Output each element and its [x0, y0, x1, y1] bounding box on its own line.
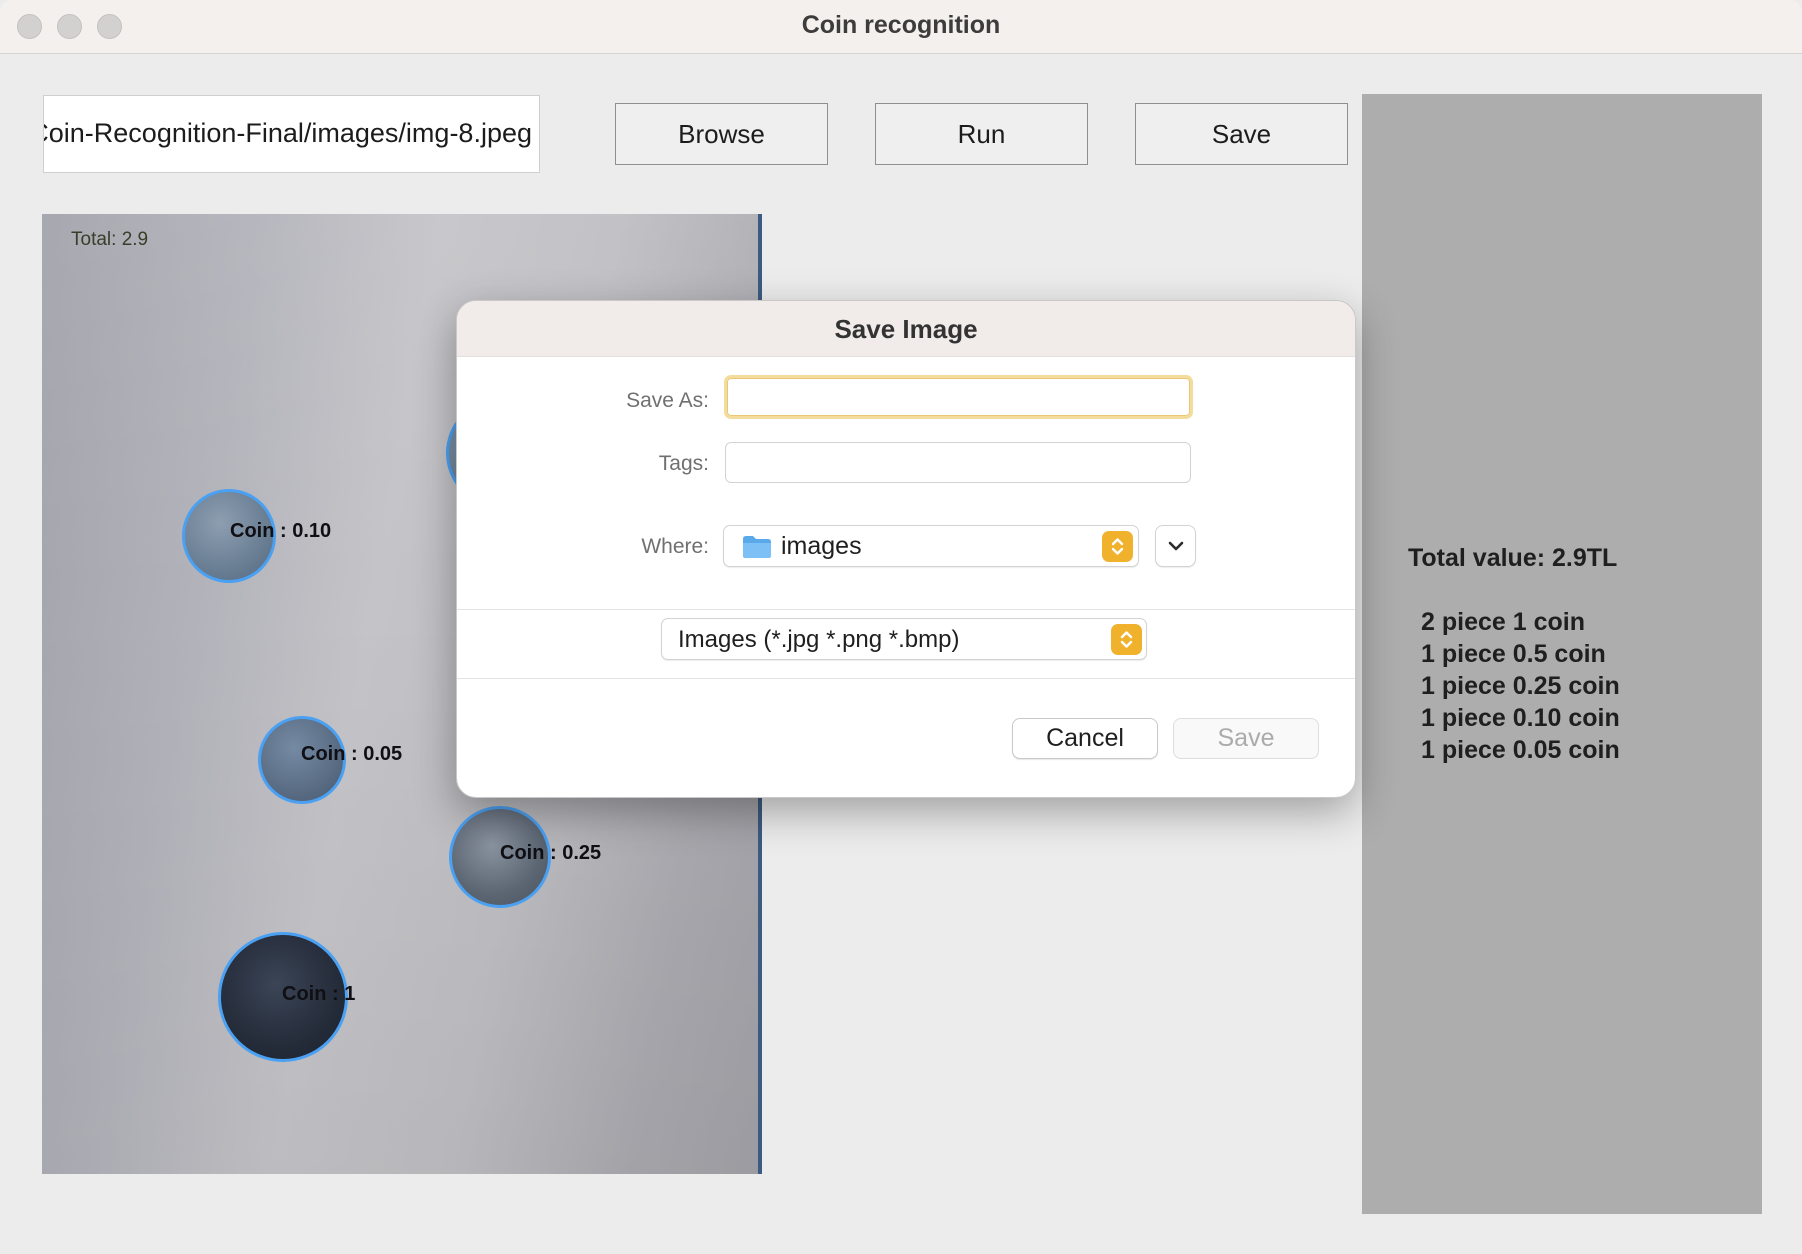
coin-label-1: Coin : 1 [282, 983, 356, 1005]
file-type-value: Images (*.jpg *.png *.bmp) [678, 626, 960, 653]
divider [457, 609, 1355, 610]
save-toolbar-button[interactable]: Save [1135, 103, 1348, 165]
dialog-header: Save Image [457, 301, 1355, 357]
up-down-chevron-icon [1111, 624, 1142, 655]
cancel-button[interactable]: Cancel [1012, 718, 1158, 759]
coin-label-0-10: Coin : 0.10 [230, 520, 332, 542]
coin-count-item: 1 piece 0.5 coin [1421, 640, 1606, 668]
run-button[interactable]: Run [875, 103, 1088, 165]
image-path-field[interactable]: Coin-Recognition-Final/images/img-8.jpeg [43, 95, 540, 173]
tags-label: Tags: [658, 452, 709, 475]
coin-count-item: 1 piece 0.10 coin [1421, 704, 1620, 732]
results-panel: Total value: 2.9TL 2 piece 1 coin 1 piec… [1362, 94, 1762, 1214]
image-total-text: Total: 2.9 [71, 229, 149, 250]
browse-button[interactable]: Browse [615, 103, 828, 165]
save-button[interactable]: Save [1173, 718, 1319, 759]
save-image-dialog: Save Image Save As: Tags: Where: images … [456, 300, 1356, 798]
dialog-title: Save Image [834, 314, 978, 344]
where-label: Where: [641, 535, 709, 558]
save-as-input[interactable] [724, 375, 1193, 419]
coin-label-0-25: Coin : 0.25 [500, 842, 602, 864]
chevron-down-icon [1168, 541, 1183, 551]
coin-label-0-05: Coin : 0.05 [301, 743, 403, 765]
tags-input[interactable] [725, 442, 1191, 483]
coin-count-item: 2 piece 1 coin [1421, 608, 1585, 636]
divider [457, 678, 1355, 679]
file-type-select[interactable]: Images (*.jpg *.png *.bmp) [661, 618, 1147, 660]
window-title: Coin recognition [801, 11, 1001, 39]
expand-dialog-button[interactable] [1155, 525, 1196, 567]
up-down-chevron-icon [1102, 531, 1133, 562]
image-path-value: Coin-Recognition-Final/images/img-8.jpeg [43, 118, 532, 148]
coin-count-list: 2 piece 1 coin 1 piece 0.5 coin 1 piece … [1421, 606, 1620, 766]
coin-count-item: 1 piece 0.25 coin [1421, 672, 1620, 700]
folder-icon [743, 536, 771, 558]
save-as-label: Save As: [626, 389, 709, 412]
where-select[interactable]: images [723, 525, 1139, 567]
title-bar: Coin recognition [0, 0, 1802, 54]
total-value-text: Total value: 2.9TL [1408, 544, 1618, 572]
coin-count-item: 1 piece 0.05 coin [1421, 736, 1620, 764]
where-value: images [781, 532, 862, 560]
